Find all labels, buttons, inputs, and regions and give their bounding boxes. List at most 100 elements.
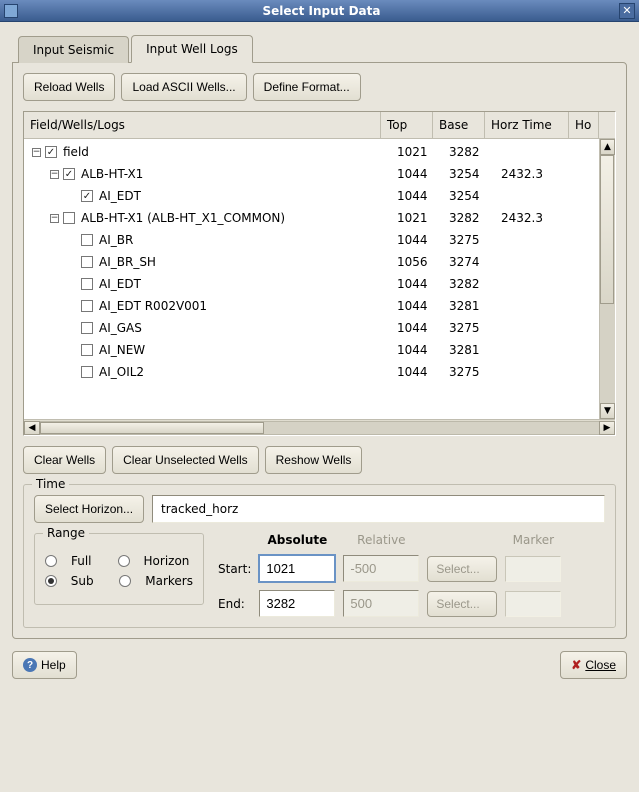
end-label: End: <box>218 597 251 611</box>
tree-label-cell: AI_GAS <box>28 319 393 337</box>
row-horz-time <box>497 326 581 330</box>
close-button-label: Close <box>585 658 616 672</box>
row-checkbox[interactable] <box>81 322 93 334</box>
tree-label-cell: ✓ AI_EDT <box>28 187 393 205</box>
col-absolute-header: Absolute <box>259 533 335 547</box>
col-extra[interactable]: Ho <box>569 112 599 138</box>
row-top: 1044 <box>393 341 445 359</box>
hscroll-thumb[interactable] <box>40 422 264 434</box>
clear-wells-button[interactable]: Clear Wells <box>23 446 106 474</box>
scroll-up-arrow[interactable]: ▲ <box>600 139 615 155</box>
row-checkbox[interactable] <box>63 212 75 224</box>
row-checkbox[interactable] <box>81 278 93 290</box>
row-base: 3282 <box>445 275 497 293</box>
toolbar-middle: Clear Wells Clear Unselected Wells Resho… <box>23 446 616 474</box>
tree-row[interactable]: −ALB-HT-X1 (ALB-HT_X1_COMMON)10213282243… <box>24 207 615 229</box>
horizontal-scrollbar[interactable]: ◀ ▶ <box>24 419 615 435</box>
radio-horizon[interactable] <box>118 555 130 567</box>
window-title: Select Input Data <box>24 4 619 18</box>
row-checkbox[interactable] <box>81 234 93 246</box>
reload-wells-button[interactable]: Reload Wells <box>23 73 115 101</box>
row-checkbox[interactable] <box>81 256 93 268</box>
tree-row[interactable]: AI_OIL2 10443275 <box>24 361 615 383</box>
app-icon <box>4 4 18 18</box>
col-horz-time[interactable]: Horz Time <box>485 112 569 138</box>
row-checkbox[interactable] <box>81 300 93 312</box>
dialog-footer: ? Help ✘ Close <box>12 651 627 679</box>
tree-header: Field/Wells/Logs Top Base Horz Time Ho <box>24 112 615 139</box>
scroll-right-arrow[interactable]: ▶ <box>599 421 615 435</box>
select-horizon-button[interactable]: Select Horizon... <box>34 495 144 523</box>
load-ascii-wells-button[interactable]: Load ASCII Wells... <box>121 73 246 101</box>
tree-row[interactable]: AI_GAS10443275 <box>24 317 615 339</box>
close-icon: ✘ <box>571 658 581 672</box>
toolbar-top: Reload Wells Load ASCII Wells... Define … <box>23 73 616 101</box>
row-horz-time: 2432.3 <box>497 209 581 227</box>
end-marker-select-button: Select... <box>427 591 497 617</box>
tree-row[interactable]: AI_BR10443275 <box>24 229 615 251</box>
window-body: Input Seismic Input Well Logs Reload Wel… <box>0 22 639 691</box>
row-horz-time <box>497 194 581 198</box>
row-top: 1021 <box>393 143 445 161</box>
scroll-down-arrow[interactable]: ▼ <box>600 403 615 419</box>
radio-markers[interactable] <box>119 575 131 587</box>
range-group-label: Range <box>43 526 89 540</box>
col-top[interactable]: Top <box>381 112 433 138</box>
row-checkbox[interactable]: ✓ <box>45 146 57 158</box>
end-relative-input <box>343 590 419 617</box>
vscroll-track[interactable] <box>600 155 615 403</box>
clear-unselected-wells-button[interactable]: Clear Unselected Wells <box>112 446 259 474</box>
tree-row[interactable]: AI_BR_SH10563274 <box>24 251 615 273</box>
tree-label-cell: AI_EDT R002V001 <box>28 297 393 315</box>
vertical-scrollbar[interactable]: ▲ ▼ <box>599 139 615 419</box>
collapse-icon[interactable]: − <box>50 214 59 223</box>
row-top: 1044 <box>393 363 445 381</box>
row-top: 1044 <box>393 165 445 183</box>
scroll-left-arrow[interactable]: ◀ <box>24 421 40 435</box>
col-base[interactable]: Base <box>433 112 485 138</box>
row-horz-time <box>497 304 581 308</box>
row-horz-time <box>497 348 581 352</box>
tab-input-seismic[interactable]: Input Seismic <box>18 36 129 63</box>
hscroll-track[interactable] <box>40 421 599 435</box>
row-checkbox[interactable]: ✓ <box>63 168 75 180</box>
close-button[interactable]: ✘ Close <box>560 651 627 679</box>
help-icon: ? <box>23 658 37 672</box>
tab-input-well-logs[interactable]: Input Well Logs <box>131 35 253 63</box>
collapse-icon[interactable]: − <box>32 148 41 157</box>
help-button[interactable]: ? Help <box>12 651 77 679</box>
row-checkbox[interactable] <box>81 344 93 356</box>
col-marker-header: Marker <box>505 533 561 547</box>
end-absolute-input[interactable] <box>259 590 335 617</box>
window-close-button[interactable]: ✕ <box>619 3 635 19</box>
row-checkbox[interactable]: ✓ <box>81 190 93 202</box>
vscroll-thumb[interactable] <box>600 155 614 304</box>
collapse-icon[interactable]: − <box>50 170 59 179</box>
reshow-wells-button[interactable]: Reshow Wells <box>265 446 363 474</box>
radio-full[interactable] <box>45 555 57 567</box>
tree-row[interactable]: −✓ALB-HT-X1104432542432.3 <box>24 163 615 185</box>
horizon-row: Select Horizon... tracked_horz <box>34 495 605 523</box>
tree-row[interactable]: AI_EDT10443282 <box>24 273 615 295</box>
start-absolute-input[interactable] <box>259 555 335 582</box>
tree-row[interactable]: AI_NEW10443281 <box>24 339 615 361</box>
row-top: 1044 <box>393 275 445 293</box>
row-label: AI_GAS <box>99 321 142 335</box>
range-values-grid: Absolute Relative Marker Start: Select..… <box>218 533 561 617</box>
tree-label-cell: AI_BR_SH <box>28 253 393 271</box>
define-format-button[interactable]: Define Format... <box>253 73 361 101</box>
col-field[interactable]: Field/Wells/Logs <box>24 112 381 138</box>
tree-scroll-area: −✓field10213282−✓ALB-HT-X1104432542432.3… <box>24 139 615 419</box>
row-horz-time <box>497 238 581 242</box>
row-base: 3275 <box>445 363 497 381</box>
radio-sub[interactable] <box>45 575 57 587</box>
row-checkbox[interactable] <box>81 366 93 378</box>
row-label: AI_EDT <box>99 189 141 203</box>
horizon-value-field[interactable]: tracked_horz <box>152 495 605 523</box>
row-horz-time <box>497 150 581 154</box>
tree-row[interactable]: AI_EDT R002V00110443281 <box>24 295 615 317</box>
tree-row[interactable]: −✓field10213282 <box>24 141 615 163</box>
row-label: AI_OIL2 <box>99 365 144 379</box>
row-horz-time <box>497 370 581 374</box>
tree-row[interactable]: ✓AI_EDT10443254 <box>24 185 615 207</box>
